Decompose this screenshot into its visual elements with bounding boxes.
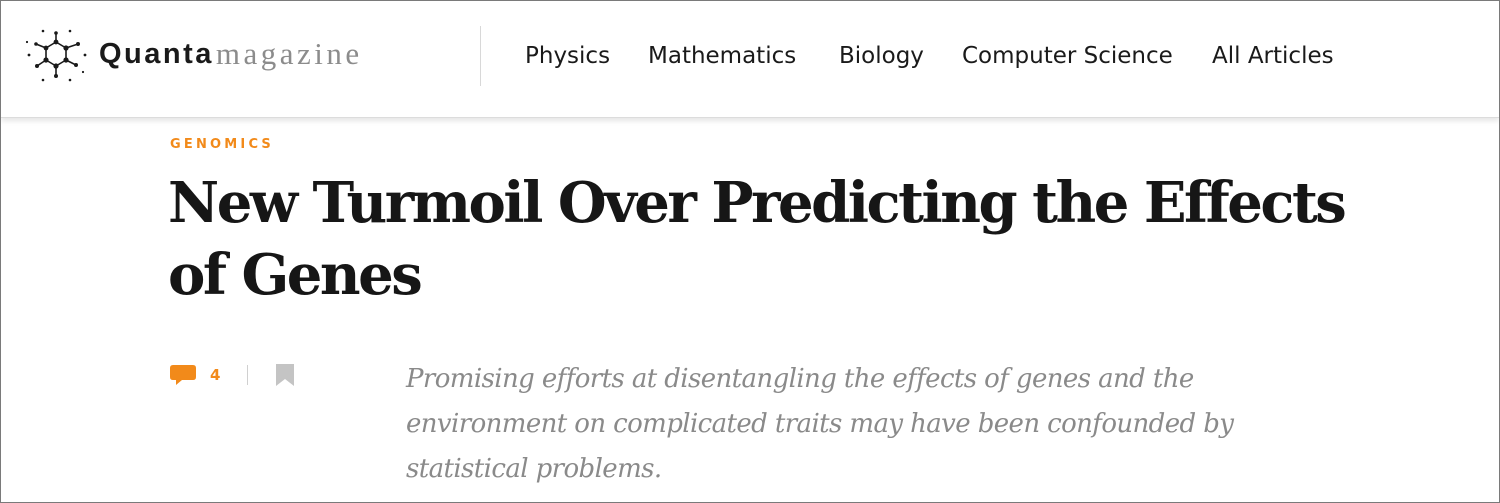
bookmark-icon bbox=[276, 364, 294, 386]
speech-bubble-icon bbox=[170, 365, 196, 385]
site-header: Quanta magazine Physics Mathematics Biol… bbox=[1, 1, 1499, 118]
page-frame: Quanta magazine Physics Mathematics Biol… bbox=[0, 0, 1500, 503]
article-dek: Promising efforts at disentangling the e… bbox=[406, 364, 1234, 484]
article-meta-bar: 4 bbox=[169, 361, 309, 389]
nav-link-all-articles[interactable]: All Articles bbox=[1212, 39, 1334, 73]
comments-button[interactable]: 4 bbox=[169, 361, 220, 389]
nav-link-computer-science[interactable]: Computer Science bbox=[962, 39, 1173, 73]
header-divider bbox=[480, 26, 481, 86]
logo-wordmark-magazine: magazine bbox=[215, 36, 363, 71]
nav-link-physics[interactable]: Physics bbox=[525, 39, 610, 73]
site-logo[interactable]: Quanta magazine bbox=[23, 25, 363, 85]
nav-link-mathematics[interactable]: Mathematics bbox=[648, 39, 796, 73]
molecule-network-icon bbox=[25, 29, 87, 82]
logo-wordmark-quanta: Quanta bbox=[99, 37, 214, 70]
nav-link-biology[interactable]: Biology bbox=[839, 39, 924, 73]
bookmark-button[interactable] bbox=[276, 364, 294, 386]
meta-divider bbox=[247, 365, 248, 385]
comment-count: 4 bbox=[210, 366, 221, 384]
article-topic-link[interactable]: GENOMICS bbox=[170, 137, 274, 152]
article-title: New Turmoil Over Predicting the Effects … bbox=[168, 170, 1347, 308]
